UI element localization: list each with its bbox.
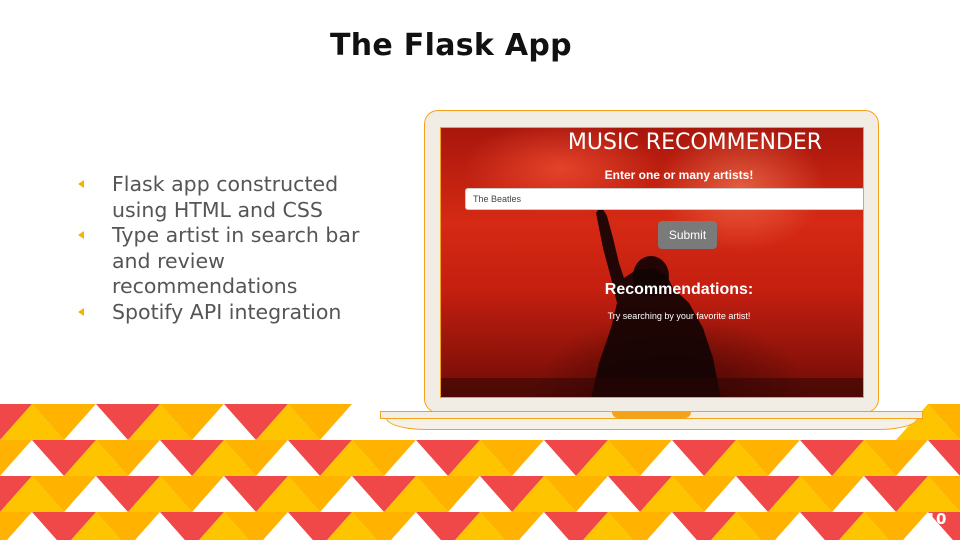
bullet-text: Type artist in search bar and review rec… [112,223,360,298]
page-number: 10 [925,510,947,528]
bullet-item: Type artist in search bar and review rec… [78,223,378,300]
laptop-notch [612,411,691,418]
recommendations-heading: Recommendations: [604,281,754,298]
bullet-item: Spotify API integration [78,300,378,326]
bullet-text: Flask app constructed using HTML and CSS [112,172,339,222]
recommendations-message: Try searching by your favorite artist! [607,311,751,321]
bullet-text: Spotify API integration [112,299,342,324]
bullet-arrow-icon [78,231,84,239]
bullet-arrow-icon [78,180,84,188]
slide-title: The Flask App [330,28,572,63]
submit-button[interactable]: Submit [658,221,717,249]
bullet-arrow-icon [78,307,84,316]
app-title: MUSIC RECOMMENDER [567,130,823,155]
bullet-list: Flask app constructed using HTML and CSS… [78,172,378,325]
laptop-base-lower [386,418,918,430]
bullet-item: Flask app constructed using HTML and CSS [78,172,378,223]
app-screenshot: MUSIC RECOMMENDER Enter one or many arti… [440,127,864,398]
artist-search-input[interactable]: The Beatles [465,188,863,210]
app-prompt: Enter one or many artists! [604,168,754,182]
